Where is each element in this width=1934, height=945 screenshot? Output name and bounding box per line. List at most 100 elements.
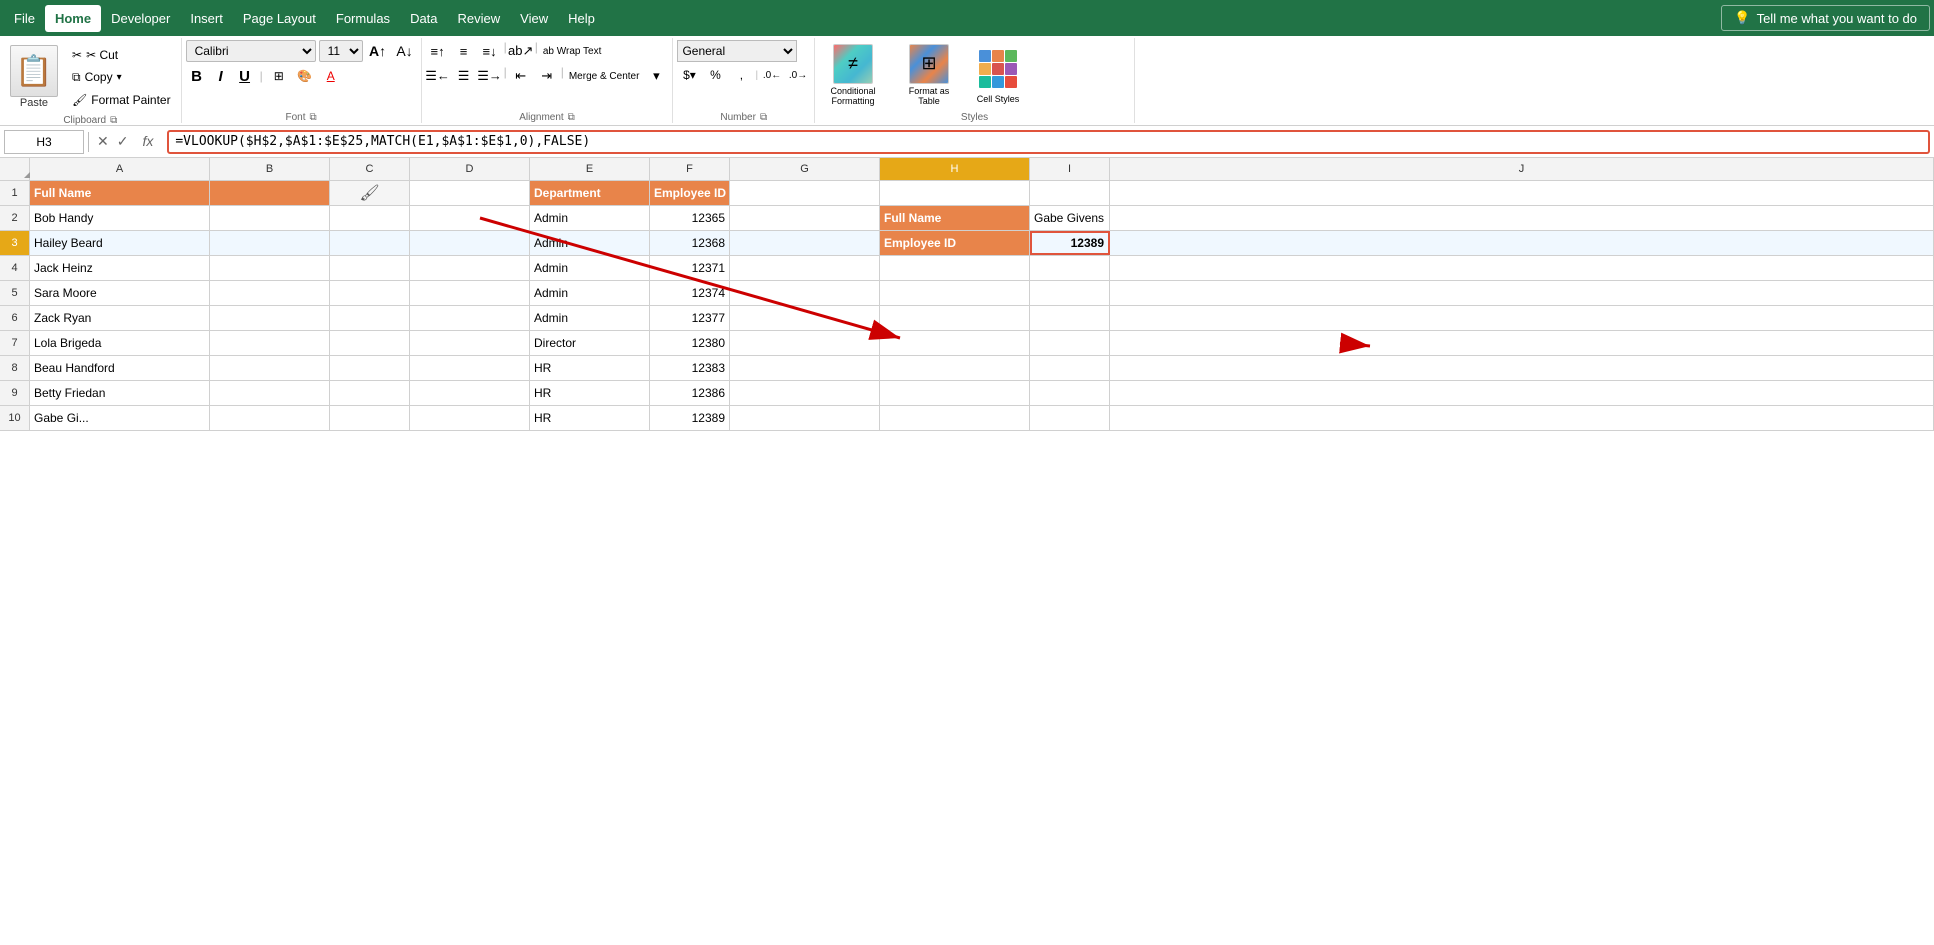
font-expander[interactable]: ⧉	[310, 112, 317, 123]
cell-i9[interactable]	[1030, 381, 1110, 405]
cell-f1[interactable]: Employee ID	[650, 181, 730, 205]
number-expander[interactable]: ⧉	[760, 112, 767, 123]
cell-h6[interactable]	[880, 306, 1030, 330]
cell-a8[interactable]: Beau Handford	[30, 356, 210, 380]
cell-e4[interactable]: Admin	[530, 256, 650, 280]
paste-button[interactable]: 📋 Paste	[6, 42, 62, 112]
cell-a10[interactable]: Gabe Gi...	[30, 406, 210, 430]
cell-g6[interactable]	[730, 306, 880, 330]
menu-data[interactable]: Data	[400, 5, 447, 32]
increase-decimal-btn[interactable]: .0→	[786, 65, 810, 85]
merge-dropdown-btn[interactable]: ▾	[644, 65, 668, 87]
cell-h3[interactable]: Employee ID	[880, 231, 1030, 255]
left-align-btn[interactable]: ☰←	[426, 65, 450, 87]
menu-page-layout[interactable]: Page Layout	[233, 5, 326, 32]
col-header-i[interactable]: I	[1030, 158, 1110, 180]
conditional-formatting-btn[interactable]: ≠ Conditional Formatting	[819, 42, 887, 108]
cell-d3[interactable]	[410, 231, 530, 255]
cell-b2[interactable]	[210, 206, 330, 230]
cell-c3[interactable]	[330, 231, 410, 255]
cell-i3[interactable]: 12389	[1030, 231, 1110, 255]
font-size-select[interactable]: 11	[319, 40, 363, 62]
cell-i1[interactable]	[1030, 181, 1110, 205]
comma-btn[interactable]: ,	[729, 65, 753, 85]
cell-g3[interactable]	[730, 231, 880, 255]
cell-e2[interactable]: Admin	[530, 206, 650, 230]
col-header-c[interactable]: C	[330, 158, 410, 180]
menu-developer[interactable]: Developer	[101, 5, 180, 32]
menu-home[interactable]: Home	[45, 5, 101, 32]
menu-help[interactable]: Help	[558, 5, 605, 32]
col-header-h[interactable]: H	[880, 158, 1030, 180]
right-align-btn[interactable]: ☰→	[478, 65, 502, 87]
cell-i8[interactable]	[1030, 356, 1110, 380]
cell-j4[interactable]	[1110, 256, 1934, 280]
row-header-10[interactable]: 10	[0, 406, 30, 430]
cell-c7[interactable]	[330, 331, 410, 355]
cell-f6[interactable]: 12377	[650, 306, 730, 330]
cut-button[interactable]: ✂ ✂ Cut	[68, 46, 175, 64]
row-header-2[interactable]: 2	[0, 206, 30, 230]
clipboard-expander[interactable]: ⧉	[110, 115, 117, 126]
cell-c10[interactable]	[330, 406, 410, 430]
row-header-3[interactable]: 3	[0, 231, 30, 255]
cell-e9[interactable]: HR	[530, 381, 650, 405]
col-header-j[interactable]: J	[1110, 158, 1934, 180]
col-header-g[interactable]: G	[730, 158, 880, 180]
menu-review[interactable]: Review	[448, 5, 511, 32]
col-header-e[interactable]: E	[530, 158, 650, 180]
cell-d6[interactable]	[410, 306, 530, 330]
cell-h9[interactable]	[880, 381, 1030, 405]
format-painter-button[interactable]: 🖌 Format Painter	[68, 91, 175, 109]
cell-g9[interactable]	[730, 381, 880, 405]
cell-c8[interactable]	[330, 356, 410, 380]
cell-a3[interactable]: Hailey Beard	[30, 231, 210, 255]
cell-h8[interactable]	[880, 356, 1030, 380]
font-name-select[interactable]: Calibri	[186, 40, 316, 62]
cell-d10[interactable]	[410, 406, 530, 430]
increase-font-btn[interactable]: A↑	[366, 41, 390, 61]
cell-h4[interactable]	[880, 256, 1030, 280]
cell-h5[interactable]	[880, 281, 1030, 305]
cell-f4[interactable]: 12371	[650, 256, 730, 280]
cell-j3[interactable]	[1110, 231, 1934, 255]
cell-a1[interactable]: Full Name	[30, 181, 210, 205]
cell-e5[interactable]: Admin	[530, 281, 650, 305]
cell-b10[interactable]	[210, 406, 330, 430]
decrease-indent-btn[interactable]: ⇤	[509, 65, 533, 87]
cell-d5[interactable]	[410, 281, 530, 305]
cell-i7[interactable]	[1030, 331, 1110, 355]
formula-confirm-icon[interactable]: ✓	[117, 133, 129, 150]
formula-fx-icon[interactable]: fx	[136, 133, 159, 150]
decrease-font-btn[interactable]: A↓	[393, 41, 417, 61]
cell-f5[interactable]: 12374	[650, 281, 730, 305]
cell-g1[interactable]	[730, 181, 880, 205]
cell-f2[interactable]: 12365	[650, 206, 730, 230]
cell-e8[interactable]: HR	[530, 356, 650, 380]
bottom-align-btn[interactable]: ≡↓	[478, 40, 502, 62]
cell-g2[interactable]	[730, 206, 880, 230]
format-as-table-btn[interactable]: ⊞ Format as Table	[895, 42, 963, 108]
cell-c1[interactable]: 🖌	[330, 181, 410, 205]
row-header-6[interactable]: 6	[0, 306, 30, 330]
copy-button[interactable]: ⧉ Copy ▾	[68, 68, 175, 87]
cell-b7[interactable]	[210, 331, 330, 355]
cell-d4[interactable]	[410, 256, 530, 280]
borders-btn[interactable]: ⊞	[267, 66, 291, 86]
cell-c9[interactable]	[330, 381, 410, 405]
merge-center-btn[interactable]: Merge & Center	[566, 65, 643, 87]
cell-b1[interactable]	[210, 181, 330, 205]
cell-f3[interactable]: 12368	[650, 231, 730, 255]
cell-j5[interactable]	[1110, 281, 1934, 305]
cell-i10[interactable]	[1030, 406, 1110, 430]
currency-btn[interactable]: $▾	[677, 65, 701, 85]
menu-view[interactable]: View	[510, 5, 558, 32]
cell-j8[interactable]	[1110, 356, 1934, 380]
cell-e10[interactable]: HR	[530, 406, 650, 430]
tell-me-box[interactable]: 💡 Tell me what you want to do	[1721, 5, 1930, 31]
cell-b3[interactable]	[210, 231, 330, 255]
cell-j9[interactable]	[1110, 381, 1934, 405]
cell-i2[interactable]: Gabe Givens	[1030, 206, 1110, 230]
cell-c2[interactable]	[330, 206, 410, 230]
cell-j1[interactable]	[1110, 181, 1934, 205]
